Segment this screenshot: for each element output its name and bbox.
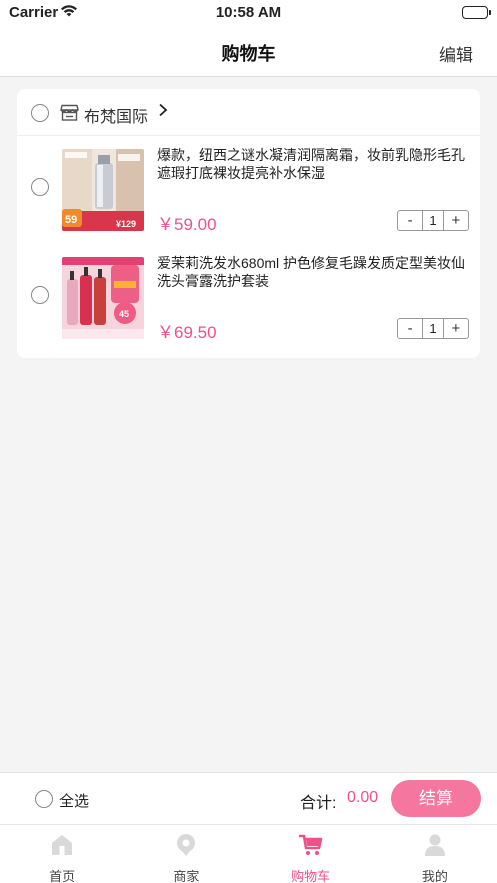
decrease-button[interactable]: - — [398, 319, 422, 338]
quantity-stepper: - 1 + — [397, 318, 469, 339]
quantity-stepper: - 1 + — [397, 210, 469, 231]
home-icon — [50, 833, 74, 857]
increase-button[interactable]: + — [444, 319, 468, 338]
increase-button[interactable]: + — [444, 211, 468, 230]
thumb-badge: 45 — [119, 309, 129, 319]
store-icon — [60, 104, 79, 126]
tab-label: 商家 — [173, 869, 200, 883]
product-image[interactable]: 59 ¥129 — [62, 149, 144, 231]
decrease-button[interactable]: - — [398, 211, 422, 230]
store-select-radio[interactable] — [31, 104, 49, 122]
cart-item: 45 爱茉莉洗发水680ml 护色修复毛躁发质定型美妆仙洗头膏露洗护套装 ￥69… — [17, 244, 480, 351]
nav-bar: 购物车 编辑 — [0, 26, 497, 77]
item-select-radio[interactable] — [31, 286, 49, 304]
tab-home[interactable]: 首页 — [0, 825, 124, 883]
item-select-radio[interactable] — [31, 178, 49, 196]
clock: 10:58 AM — [215, 4, 282, 21]
tab-label: 购物车 — [291, 869, 331, 883]
product-title[interactable]: 爱茉莉洗发水680ml 护色修复毛躁发质定型美妆仙洗头膏露洗护套装 — [157, 254, 470, 290]
profile-icon — [423, 833, 447, 857]
tab-label: 我的 — [421, 869, 448, 883]
chevron-right-icon[interactable] — [158, 102, 168, 122]
product-image[interactable]: 45 — [62, 257, 144, 339]
edit-button[interactable]: 编辑 — [439, 41, 473, 66]
cart-icon — [298, 833, 323, 857]
status-bar: Carrier 10:58 AM — [0, 0, 497, 26]
tab-label: 首页 — [49, 869, 76, 883]
thumb-badge: 59 — [65, 214, 77, 226]
cart-item: 59 ¥129 爆款，纽西之谜水凝清润隔离霜，妆前乳隐形毛孔遮瑕打底裸妆提亮补水… — [17, 136, 480, 243]
total-value: 0.00 — [347, 789, 379, 806]
product-price: ￥69.50 — [157, 323, 217, 342]
tab-merchant[interactable]: 商家 — [124, 825, 248, 883]
product-title[interactable]: 爆款，纽西之谜水凝清润隔离霜，妆前乳隐形毛孔遮瑕打底裸妆提亮补水保湿 — [157, 146, 470, 182]
product-price: ￥59.00 — [157, 215, 217, 234]
battery-icon — [462, 6, 491, 19]
page-title: 购物车 — [221, 44, 276, 64]
thumb-price: ¥129 — [116, 219, 136, 229]
quantity-value[interactable]: 1 — [422, 211, 444, 230]
select-all-radio[interactable] — [35, 790, 53, 808]
checkout-bar: 全选 合计: 0.00 结算 — [0, 772, 497, 824]
tab-profile[interactable]: 我的 — [373, 825, 497, 883]
store-card: 布梵国际 59 ¥129 爆款，纽西之谜水凝清润隔离霜，妆前乳隐形毛孔遮瑕打底裸… — [17, 89, 480, 358]
store-header: 布梵国际 — [17, 89, 480, 136]
store-name[interactable]: 布梵国际 — [84, 103, 148, 127]
select-all-label[interactable]: 全选 — [59, 790, 89, 811]
quantity-value[interactable]: 1 — [422, 319, 444, 338]
tab-cart[interactable]: 购物车 — [249, 825, 373, 883]
merchant-icon — [174, 833, 198, 857]
checkout-button[interactable]: 结算 — [391, 780, 481, 817]
total-label: 合计: — [300, 795, 337, 812]
tab-bar: 首页 商家 购物车 我的 — [0, 824, 497, 883]
